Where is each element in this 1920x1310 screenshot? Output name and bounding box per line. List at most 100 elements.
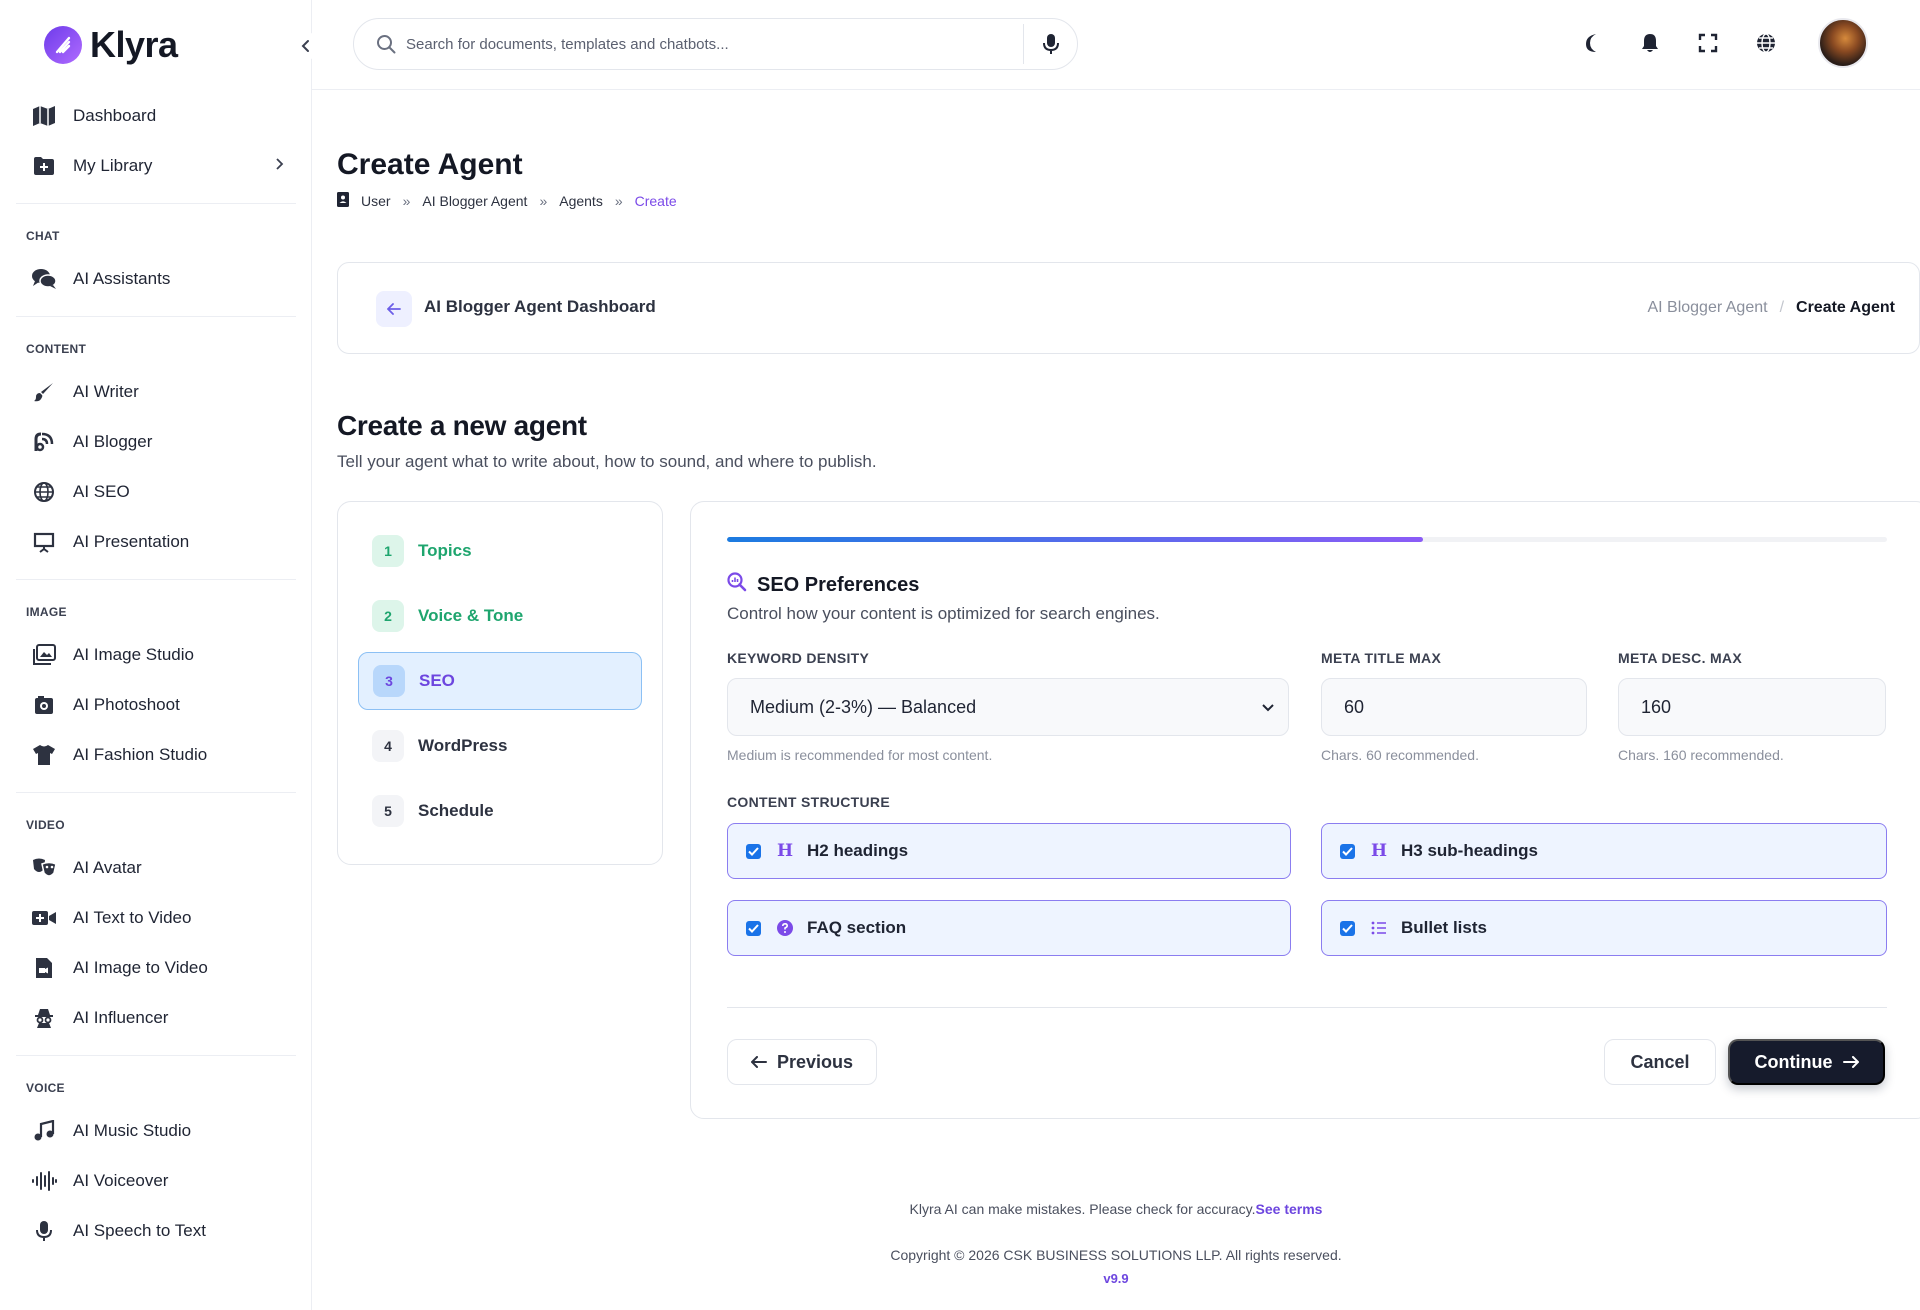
sidebar-item-ai-image-studio[interactable]: AI Image Studio — [16, 630, 296, 680]
meta-title-max-input[interactable]: 60 — [1321, 678, 1587, 736]
footer-version: v9.9 — [1103, 1271, 1129, 1286]
subheader-crumb-parent[interactable]: AI Blogger Agent — [1647, 299, 1767, 317]
list-icon — [1369, 918, 1389, 938]
logo[interactable]: Klyra — [44, 24, 178, 66]
section-title-video: VIDEO — [26, 818, 65, 832]
dark-mode-toggle[interactable] — [1578, 29, 1606, 57]
option-label: FAQ section — [807, 918, 907, 937]
step-number: 2 — [372, 600, 404, 632]
breadcrumb-user[interactable]: User — [361, 193, 391, 209]
sidebar-divider — [16, 1055, 296, 1056]
h2-headings-checkbox[interactable] — [746, 843, 761, 859]
keyword-density-label: KEYWORD DENSITY — [727, 650, 870, 666]
step-topics[interactable]: 1 Topics — [358, 522, 642, 580]
faq-section-option[interactable]: FAQ section — [727, 900, 1291, 956]
sidebar-item-label: AI Writer — [73, 382, 139, 401]
sidebar-item-ai-blogger[interactable]: AI Blogger — [16, 417, 296, 467]
breadcrumb-separator: » — [402, 193, 411, 209]
sidebar-item-ai-presentation[interactable]: AI Presentation — [16, 517, 296, 567]
wizard-progress-fill — [727, 537, 1423, 542]
camera-icon — [30, 691, 58, 719]
sidebar-item-ai-voiceover[interactable]: AI Voiceover — [16, 1156, 296, 1206]
sidebar-item-ai-image-to-video[interactable]: AI Image to Video — [16, 943, 296, 993]
fullscreen-button[interactable] — [1694, 29, 1722, 57]
globe-icon — [30, 478, 58, 506]
meta-title-max-hint: Chars. 60 recommended. — [1321, 747, 1479, 763]
h3-subheadings-checkbox[interactable] — [1340, 843, 1355, 859]
h2-headings-option[interactable]: H H2 headings — [727, 823, 1291, 879]
card-divider — [727, 1007, 1887, 1008]
bell-icon — [1642, 34, 1658, 52]
previous-button[interactable]: Previous — [727, 1039, 877, 1085]
breadcrumb-agents[interactable]: Agents — [559, 193, 603, 209]
sidebar-item-ai-influencer[interactable]: AI Influencer — [16, 993, 296, 1043]
continue-button[interactable]: Continue — [1728, 1039, 1885, 1085]
sidebar-item-ai-writer[interactable]: AI Writer — [16, 367, 296, 417]
faq-section-checkbox[interactable] — [746, 920, 761, 936]
content-structure-label: CONTENT STRUCTURE — [727, 794, 890, 810]
step-wordpress[interactable]: 4 WordPress — [358, 717, 642, 775]
logo-mark-icon — [44, 26, 82, 64]
sidebar-item-my-library[interactable]: My Library — [16, 141, 296, 191]
masks-icon — [30, 854, 58, 882]
meta-title-max-label: META TITLE MAX — [1321, 650, 1442, 666]
sidebar-item-ai-fashion-studio[interactable]: AI Fashion Studio — [16, 730, 296, 780]
id-card-icon — [337, 192, 349, 210]
keyword-density-hint: Medium is recommended for most content. — [727, 747, 993, 763]
shirt-icon — [30, 741, 58, 769]
step-schedule[interactable]: 5 Schedule — [358, 782, 642, 840]
notifications-button[interactable] — [1636, 29, 1664, 57]
breadcrumb-ai-blogger-agent[interactable]: AI Blogger Agent — [422, 193, 527, 209]
step-label: Voice & Tone — [418, 606, 524, 625]
sidebar-item-label: AI Music Studio — [73, 1121, 192, 1140]
sidebar-item-ai-assistants[interactable]: AI Assistants — [16, 254, 296, 304]
sidebar-item-label: AI Influencer — [73, 1008, 169, 1027]
sidebar: Klyra Dashboard My Library CHAT AI Assis… — [0, 0, 320, 1310]
video-plus-icon — [30, 904, 58, 932]
expand-icon — [1698, 33, 1718, 53]
folder-plus-icon — [30, 152, 58, 180]
footer-disclaimer: Klyra AI can make mistakes. Please check… — [0, 1201, 1920, 1217]
arrow-left-icon — [387, 303, 401, 315]
language-button[interactable] — [1752, 29, 1780, 57]
brush-icon — [30, 378, 58, 406]
keyword-density-select[interactable]: Medium (2-3%) — Balanced — [727, 678, 1289, 736]
voice-search-button[interactable] — [1023, 24, 1077, 64]
bullet-lists-option[interactable]: Bullet lists — [1321, 900, 1887, 956]
step-seo[interactable]: 3 SEO — [358, 652, 642, 710]
sidebar-item-ai-seo[interactable]: AI SEO — [16, 467, 296, 517]
microphone-icon — [1042, 34, 1059, 54]
logo-text: Klyra — [90, 24, 178, 65]
h3-subheadings-option[interactable]: H H3 sub-headings — [1321, 823, 1887, 879]
sidebar-nav: Dashboard My Library CHAT AI Assistants … — [16, 91, 296, 1256]
section-title-content: CONTENT — [26, 342, 87, 356]
question-circle-icon — [775, 918, 795, 938]
back-button[interactable] — [376, 291, 412, 327]
sidebar-item-dashboard[interactable]: Dashboard — [16, 91, 296, 141]
step-number: 5 — [372, 795, 404, 827]
sidebar-item-ai-music-studio[interactable]: AI Music Studio — [16, 1106, 296, 1156]
step-number: 1 — [372, 535, 404, 567]
breadcrumb-separator: » — [539, 193, 548, 209]
sidebar-item-ai-photoshoot[interactable]: AI Photoshoot — [16, 680, 296, 730]
sidebar-item-label: AI Blogger — [73, 432, 153, 451]
heading-icon: H — [1370, 841, 1388, 861]
search-input[interactable] — [406, 35, 1023, 53]
user-avatar[interactable] — [1818, 18, 1868, 68]
previous-button-label: Previous — [776, 1051, 854, 1072]
sidebar-item-label: AI Image to Video — [73, 958, 208, 977]
arrow-left-icon — [750, 1056, 767, 1068]
sidebar-item-ai-text-to-video[interactable]: AI Text to Video — [16, 893, 296, 943]
bullet-lists-checkbox[interactable] — [1340, 920, 1355, 936]
breadcrumb-current: Create — [634, 193, 677, 209]
meta-desc-max-input[interactable]: 160 — [1618, 678, 1886, 736]
sidebar-divider — [16, 316, 296, 317]
step-voice-tone[interactable]: 2 Voice & Tone — [358, 587, 642, 645]
seo-form-card: SEO Preferences Control how your content… — [690, 501, 1920, 1119]
cancel-button[interactable]: Cancel — [1604, 1039, 1716, 1085]
see-terms-link[interactable]: See terms — [1256, 1201, 1323, 1217]
sidebar-item-ai-avatar[interactable]: AI Avatar — [16, 843, 296, 893]
subheader-crumb-current: Create Agent — [1796, 299, 1895, 316]
step-label: Schedule — [418, 801, 494, 820]
step-number: 3 — [373, 665, 405, 697]
